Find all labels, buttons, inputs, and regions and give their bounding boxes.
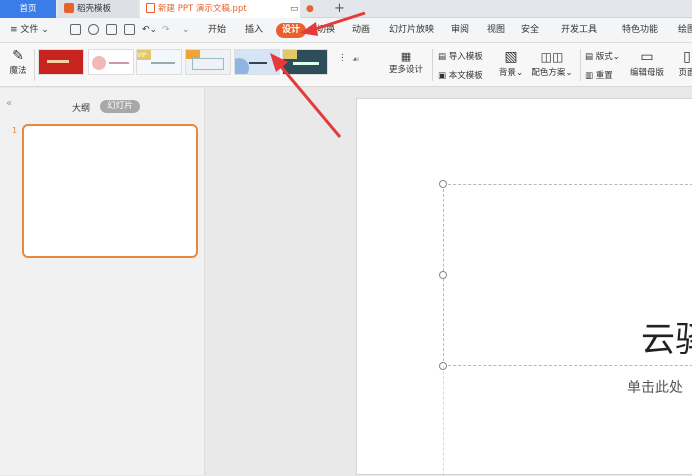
menu-features[interactable]: 特色功能: [622, 18, 658, 43]
print-icon[interactable]: [106, 24, 117, 35]
menu-security[interactable]: 安全: [521, 18, 539, 43]
save-icon[interactable]: [70, 24, 81, 35]
reset-button[interactable]: ▥ 重置: [585, 69, 613, 81]
template-scroll-icon[interactable]: ⋮: [338, 53, 347, 63]
text-template-label: 本文模板: [448, 71, 483, 81]
collapse-panel-icon[interactable]: «: [6, 98, 12, 109]
ribbon-divider-2: [432, 49, 433, 81]
color-scheme-label: 配色方案: [531, 68, 566, 78]
background-button[interactable]: ▧ 背景⌄: [498, 48, 524, 78]
magic-button[interactable]: ✎ 魔法: [6, 48, 30, 76]
import-template-button[interactable]: ▤ 导入模板: [438, 50, 483, 62]
menu-animation[interactable]: 动画: [352, 18, 370, 43]
tab-outline[interactable]: 大纲: [72, 101, 90, 114]
slide-thumbnail[interactable]: [22, 124, 198, 258]
tab-template-label: 稻壳模板: [77, 4, 112, 14]
layout-label: 版式: [595, 52, 613, 62]
text-template-icon: ▣: [438, 71, 449, 81]
color-scheme-icon: ◫◫: [540, 50, 564, 64]
docer-logo-icon: [64, 3, 74, 13]
tab-bar: 首页 稻壳模板 新建 PPT 演示文稿.ppt ▭ ● +: [0, 0, 692, 18]
file-menu[interactable]: ≡ 文件 ⌄: [10, 18, 49, 43]
monitor-icon[interactable]: ▭: [290, 0, 299, 18]
edit-master-button[interactable]: ▭ 编辑母版: [628, 48, 666, 78]
redo-icon[interactable]: ↷: [162, 18, 170, 43]
slide-navigation-panel: « 大纲 幻灯片 1: [0, 88, 205, 475]
layout-icon: ▤: [585, 52, 596, 62]
edit-master-label: 编辑母版: [629, 68, 664, 78]
tab-document[interactable]: 新建 PPT 演示文稿.ppt: [140, 0, 300, 18]
menu-insert[interactable]: 插入: [245, 18, 263, 43]
tab-document-label: 新建 PPT 演示文稿.ppt: [158, 4, 247, 14]
preview-icon[interactable]: [124, 24, 135, 35]
menu-view[interactable]: 视图: [487, 18, 505, 43]
menu-developer[interactable]: 开发工具: [561, 18, 597, 43]
file-menu-label: 文件: [20, 25, 39, 35]
page-setup-button[interactable]: ▯ 页面: [672, 48, 692, 78]
text-template-button[interactable]: ▣ 本文模板: [438, 69, 483, 81]
subtitle-placeholder-edge: [443, 366, 444, 476]
template-deco-icon: ☙: [352, 55, 360, 65]
slide-subtitle-text[interactable]: 单击此处: [627, 377, 683, 397]
template-thumb-floral[interactable]: [88, 49, 134, 75]
menu-transition[interactable]: 切换: [317, 18, 335, 43]
menu-drawing[interactable]: 绘图: [678, 18, 692, 43]
resize-handle-middle-left[interactable]: [439, 271, 447, 279]
edit-master-icon: ▭: [640, 49, 654, 65]
ppt-file-icon: [146, 3, 155, 13]
unsaved-dot-icon: ●: [306, 4, 314, 14]
reset-label: 重置: [595, 71, 613, 81]
vip-badge-3: [283, 50, 297, 59]
template-thumb-red[interactable]: [38, 49, 84, 75]
import-template-label: 导入模板: [448, 52, 483, 62]
reset-icon: ▥: [585, 71, 596, 81]
tab-template-store[interactable]: 稻壳模板: [58, 0, 138, 18]
slide-number: 1: [12, 126, 18, 135]
tab-slides[interactable]: 幻灯片: [100, 100, 140, 113]
template-thumb-watercolor[interactable]: VIP: [136, 49, 182, 75]
design-ribbon: ✎ 魔法 VIP ⋮ ☙ ▦ 更多设计 ▤ 导入模板 ▣ 本文模板 ▧ 背景⌄ …: [0, 43, 692, 87]
template-thumb-dark-forest[interactable]: [282, 49, 328, 75]
background-icon: ▧: [504, 49, 518, 65]
resize-handle-top-left[interactable]: [439, 180, 447, 188]
tab-home[interactable]: 首页: [0, 0, 56, 18]
page-label: 页面: [678, 68, 692, 78]
more-design-button[interactable]: ▦ 更多设计: [388, 50, 424, 76]
layout-button[interactable]: ▤ 版式⌄: [585, 50, 620, 62]
color-scheme-button[interactable]: ◫◫ 配色方案⌄: [530, 48, 574, 78]
grid-icon: ▦: [400, 50, 412, 63]
menu-bar: ≡ 文件 ⌄ ↶⌄ ↷ ⌄ 开始 插入 设计 切换 动画 幻灯片放映 审阅 视图…: [0, 18, 692, 43]
customize-toolbar-icon[interactable]: ⌄: [182, 18, 190, 43]
template-thumb-gray-frame[interactable]: [185, 49, 231, 75]
ribbon-divider: [34, 49, 35, 81]
undo-icon[interactable]: ↶⌄: [142, 18, 157, 43]
vip-badge: VIP: [137, 50, 151, 60]
slide-title-text[interactable]: 云驿: [641, 312, 692, 361]
new-tab-button[interactable]: +: [334, 0, 345, 18]
ribbon-divider-3: [580, 49, 581, 81]
import-icon: ▤: [438, 52, 449, 62]
undo-history-icon[interactable]: [88, 24, 99, 35]
more-design-label: 更多设计: [388, 65, 423, 75]
menu-slideshow[interactable]: 幻灯片放映: [389, 18, 434, 43]
magic-label: 魔法: [9, 66, 27, 76]
template-thumb-blue-wave[interactable]: [234, 49, 280, 75]
menu-start[interactable]: 开始: [208, 18, 226, 43]
page-icon: ▯: [683, 49, 691, 65]
menu-review[interactable]: 审阅: [451, 18, 469, 43]
background-label: 背景: [498, 68, 516, 78]
magic-wand-icon: ✎: [12, 48, 24, 64]
menu-design[interactable]: 设计: [276, 23, 307, 38]
